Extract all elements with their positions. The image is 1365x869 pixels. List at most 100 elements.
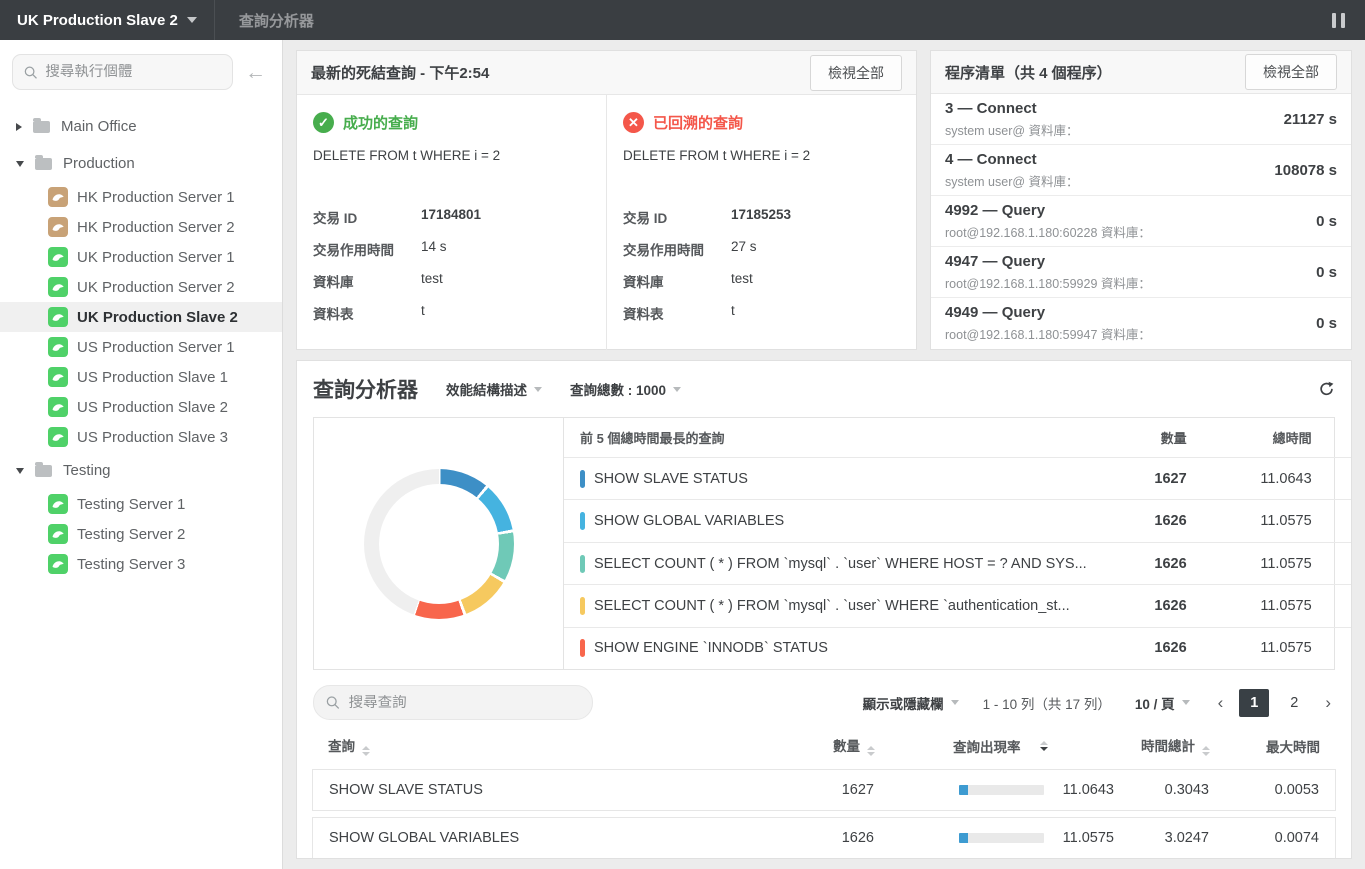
page-button-2[interactable]: 2 bbox=[1279, 689, 1309, 717]
caret-down-icon[interactable] bbox=[16, 468, 24, 474]
search-icon bbox=[24, 65, 37, 80]
rollback-query-text: DELETE FROM t WHERE i = 2 bbox=[623, 148, 900, 163]
top5-row[interactable]: SHOW ENGINE `INNODB` STATUS162611.0575 bbox=[564, 628, 1352, 669]
tree-item-label: HK Production Server 2 bbox=[77, 219, 235, 236]
process-view-all-button[interactable]: 檢視全部 bbox=[1245, 54, 1337, 90]
sort-icon[interactable] bbox=[867, 746, 875, 756]
pause-button[interactable] bbox=[1332, 13, 1345, 28]
sidebar-item-uk-production-server-2[interactable]: UK Production Server 2 bbox=[0, 272, 282, 302]
top5-row[interactable]: SELECT COUNT ( * ) FROM `mysql` . `user`… bbox=[564, 585, 1352, 627]
process-panel-title: 程序清單（共 4 個程序） bbox=[945, 62, 1112, 83]
column-header-[interactable]: 查詢出現率 bbox=[875, 736, 1115, 756]
rollback-field-label: 交易作用時間 bbox=[623, 239, 731, 259]
column-header-label: 查詢 bbox=[328, 739, 355, 754]
sidebar-item-uk-production-slave-2[interactable]: UK Production Slave 2 bbox=[0, 302, 282, 332]
deadlock-rollback-column: ✕ 已回溯的查詢 DELETE FROM t WHERE i = 2 交易 ID… bbox=[606, 95, 916, 350]
sidebar-item-hk-production-server-1[interactable]: HK Production Server 1 bbox=[0, 182, 282, 212]
top5-table: 前 5 個總時間最長的查詢 數量 總時間 SHOW SLAVE STATUS16… bbox=[564, 418, 1352, 669]
instance-search-box[interactable] bbox=[12, 54, 233, 90]
sidebar-item-testing-server-2[interactable]: Testing Server 2 bbox=[0, 519, 282, 549]
sidebar-item-us-production-slave-2[interactable]: US Production Slave 2 bbox=[0, 392, 282, 422]
success-field-label: 交易作用時間 bbox=[313, 239, 421, 259]
success-field-value: t bbox=[421, 303, 425, 323]
query-table-row[interactable]: SHOW GLOBAL VARIABLES162611.05753.02470.… bbox=[312, 817, 1336, 859]
sidebar-item-testing-server-1[interactable]: Testing Server 1 bbox=[0, 489, 282, 519]
chevron-down-icon bbox=[673, 387, 681, 392]
process-row-info: 4949 — Query root@192.168.1.180:59947 資料庫… bbox=[945, 304, 1151, 343]
column-header-[interactable]: 數量 bbox=[795, 735, 875, 756]
total-queries-dropdown[interactable]: 查詢總數 : 1000 bbox=[570, 379, 681, 399]
show-hide-columns-dropdown[interactable]: 顯示或隱藏欄 bbox=[863, 693, 959, 713]
nav-query-analyzer[interactable]: 查詢分析器 bbox=[215, 10, 338, 31]
chevron-down-icon bbox=[951, 700, 959, 705]
top5-row[interactable]: SELECT COUNT ( * ) FROM `mysql` . `user`… bbox=[564, 543, 1352, 585]
deadlock-success-column: ✓ 成功的查詢 DELETE FROM t WHERE i = 2 交易 ID1… bbox=[297, 95, 606, 350]
per-page-dropdown[interactable]: 10 / 頁 bbox=[1135, 693, 1190, 713]
folder-icon bbox=[33, 121, 50, 133]
column-header-[interactable]: 查詢 bbox=[328, 735, 795, 756]
schema-dropdown[interactable]: 效能結構描述 bbox=[446, 379, 542, 399]
top5-time-value: 11.0575 bbox=[1187, 640, 1352, 656]
process-user-db: root@192.168.1.180:59947 資料庫： bbox=[945, 324, 1151, 343]
sort-icon[interactable] bbox=[1202, 746, 1210, 756]
mariadb-server-icon bbox=[48, 217, 68, 237]
sidebar-item-us-production-slave-1[interactable]: US Production Slave 1 bbox=[0, 362, 282, 392]
instance-search-input[interactable] bbox=[45, 64, 221, 80]
column-header-label: 時間總計 bbox=[1141, 739, 1195, 754]
mysql-server-icon bbox=[48, 397, 68, 417]
collapse-sidebar-button[interactable]: ← bbox=[245, 62, 270, 83]
sidebar-item-us-production-slave-3[interactable]: US Production Slave 3 bbox=[0, 422, 282, 452]
topbar: UK Production Slave 2 查詢分析器 bbox=[0, 0, 1365, 40]
deadlock-view-all-button[interactable]: 檢視全部 bbox=[810, 55, 902, 91]
caret-right-icon[interactable] bbox=[16, 123, 22, 131]
query-search-box[interactable] bbox=[313, 685, 593, 720]
top5-row[interactable]: SHOW GLOBAL VARIABLES162611.0575 bbox=[564, 500, 1352, 542]
rollback-field-label: 資料表 bbox=[623, 303, 731, 323]
pause-icon bbox=[1332, 13, 1336, 28]
sort-icon[interactable] bbox=[362, 746, 370, 756]
page-button-1[interactable]: 1 bbox=[1239, 689, 1269, 717]
top5-row[interactable]: SHOW SLAVE STATUS162711.0643 bbox=[564, 458, 1352, 500]
process-row[interactable]: 4992 — Queryroot@192.168.1.180:60228 資料庫… bbox=[931, 196, 1351, 247]
process-id-state: 4949 — Query bbox=[945, 304, 1151, 321]
process-row[interactable]: 3 — Connectsystem user@ 資料庫：21127 s bbox=[931, 94, 1351, 145]
process-row-info: 4947 — Queryroot@192.168.1.180:59929 資料庫… bbox=[945, 253, 1151, 292]
process-row[interactable]: 4 — Connectsystem user@ 資料庫：108078 s bbox=[931, 145, 1351, 196]
folder-icon bbox=[35, 158, 52, 170]
process-time: 0 s bbox=[1316, 315, 1337, 332]
query-table-row[interactable]: SHOW SLAVE STATUS162711.06430.30430.0053 bbox=[312, 769, 1336, 811]
mariadb-server-icon bbox=[48, 187, 68, 207]
occurrence-rate-value: 11.0575 bbox=[1056, 830, 1114, 846]
prev-page-button[interactable]: ‹ bbox=[1214, 693, 1228, 713]
tree-group-label: Main Office bbox=[61, 118, 137, 135]
mysql-server-icon bbox=[48, 524, 68, 544]
sidebar-item-us-production-server-1[interactable]: US Production Server 1 bbox=[0, 332, 282, 362]
sort-icon[interactable] bbox=[1040, 741, 1048, 751]
success-check-icon: ✓ bbox=[313, 112, 334, 133]
top5-query-text: SELECT COUNT ( * ) FROM `mysql` . `user`… bbox=[594, 598, 1087, 614]
next-page-button[interactable]: › bbox=[1321, 693, 1335, 713]
process-time: 21127 s bbox=[1284, 111, 1337, 128]
tree-group-testing[interactable]: Testing bbox=[0, 452, 282, 489]
sidebar-item-uk-production-server-1[interactable]: UK Production Server 1 bbox=[0, 242, 282, 272]
tree-item-label: UK Production Server 2 bbox=[77, 279, 235, 296]
sidebar-item-testing-server-3[interactable]: Testing Server 3 bbox=[0, 549, 282, 579]
process-row[interactable]: 4947 — Queryroot@192.168.1.180:59929 資料庫… bbox=[931, 247, 1351, 298]
tree-group-production[interactable]: Production bbox=[0, 145, 282, 182]
tree-item-label: US Production Slave 1 bbox=[77, 369, 228, 386]
pause-icon bbox=[1341, 13, 1345, 28]
top5-time-header: 總時間 bbox=[1187, 428, 1352, 447]
tree-group-main-office[interactable]: Main Office bbox=[0, 108, 282, 145]
caret-down-icon[interactable] bbox=[16, 161, 24, 167]
column-header-[interactable]: 時間總計 bbox=[1115, 735, 1210, 756]
sidebar-item-hk-production-server-2[interactable]: HK Production Server 2 bbox=[0, 212, 282, 242]
series-color-chip bbox=[580, 597, 585, 615]
pagination: ‹ 12 › bbox=[1214, 689, 1335, 717]
instance-selector[interactable]: UK Production Slave 2 bbox=[0, 0, 214, 40]
occurrence-rate-cell: 11.0575 bbox=[874, 830, 1114, 846]
process-row[interactable]: 4949 — Query root@192.168.1.180:59947 資料庫… bbox=[931, 298, 1351, 349]
query-analyzer-card: 查詢分析器 效能結構描述 查詢總數 : 1000 bbox=[296, 360, 1352, 859]
refresh-button[interactable] bbox=[1318, 381, 1335, 398]
max-time-cell: 0.0074 bbox=[1209, 830, 1319, 846]
query-search-input[interactable] bbox=[349, 695, 580, 711]
